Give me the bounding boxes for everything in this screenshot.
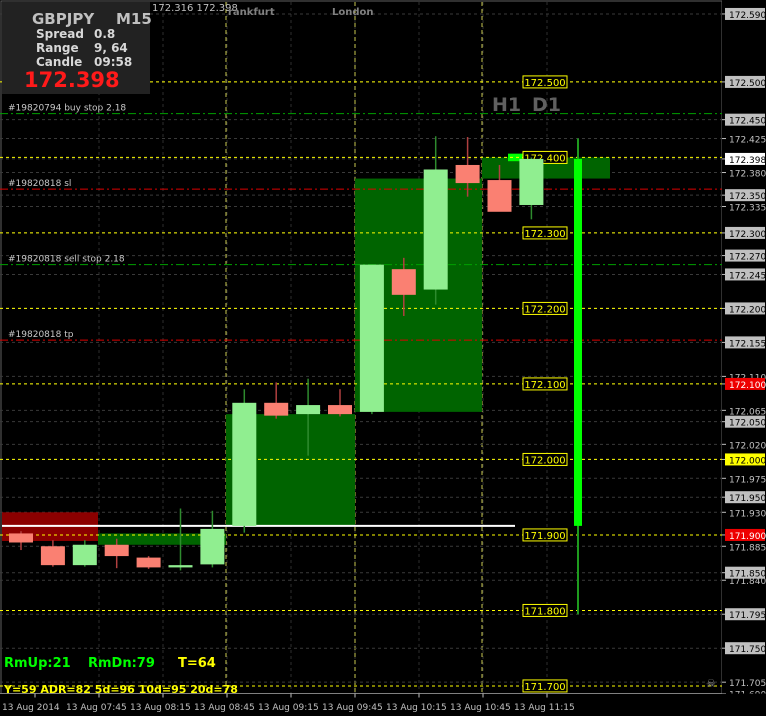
x-tick-label: 13 Aug 10:15 — [386, 703, 447, 713]
x-tick-label: 13 Aug 09:45 — [322, 703, 383, 713]
candle-body — [423, 169, 448, 290]
level-label: 172.200 — [524, 304, 565, 315]
candle-body — [296, 405, 321, 415]
y-tick-label: 172.350 — [729, 192, 766, 202]
y-tick-label: 172.200 — [729, 305, 766, 315]
t-stat: T=64 — [178, 656, 216, 671]
y-tick-label: 172.100 — [729, 381, 766, 391]
x-tick-label: 13 Aug 07:45 — [66, 703, 127, 713]
current-price: 172.398 — [24, 68, 120, 92]
spread-row: Spread 0.8 — [36, 27, 115, 41]
candle-body — [72, 544, 97, 566]
y-tick-label: 172.155 — [729, 339, 766, 349]
spread-value: 0.8 — [94, 27, 116, 41]
x-tick-label: 13 Aug 2014 — [2, 703, 60, 713]
x-tick-label: 13 Aug 08:45 — [194, 703, 255, 713]
timeframe: M15 — [116, 10, 152, 28]
order-label: #19820794 buy stop 2.18 — [8, 104, 126, 114]
y-tick-label: 171.950 — [729, 494, 766, 504]
order-label: #19820818 sell stop 2.18 — [8, 255, 125, 265]
y-tick-label: 172.380 — [729, 170, 766, 180]
candle-body — [104, 544, 129, 557]
close-icon[interactable]: ☠ — [706, 677, 716, 690]
y-tick-label: 172.500 — [729, 79, 766, 89]
candle-body — [487, 180, 512, 212]
y-tick-label: 172.000 — [729, 456, 766, 466]
y-tick-label: 172.270 — [729, 253, 766, 263]
range-row: Range 9, 64 — [36, 41, 128, 55]
level-label: 172.300 — [524, 229, 565, 240]
level-label: 172.100 — [524, 380, 565, 391]
x-tick-label: 13 Aug 11:15 — [514, 703, 575, 713]
candle-row: Candle 09:58 — [36, 55, 132, 69]
daily-body — [574, 158, 582, 526]
session-london: London — [332, 7, 374, 18]
rm-down-stat: RmDn:79 — [88, 656, 155, 671]
y-tick-label: 172.335 — [729, 203, 766, 213]
level-label: 171.800 — [524, 606, 565, 617]
candle-body — [136, 557, 161, 568]
y-tick-label: 172.450 — [729, 117, 766, 127]
session-frankfurt: rankfurt — [228, 7, 275, 18]
y-tick-label: 172.020 — [729, 441, 766, 451]
spread-label: Spread — [36, 27, 84, 41]
tf-label-d1: D1 — [532, 94, 561, 116]
y-tick-label: 171.795 — [729, 611, 766, 621]
y-tick-label: 172.590 — [729, 11, 766, 21]
level-label: 171.900 — [524, 531, 565, 542]
level-label: 172.000 — [524, 455, 565, 466]
x-tick-label: 13 Aug 09:15 — [258, 703, 319, 713]
candle-body — [328, 405, 352, 415]
y-tick-label: 172.425 — [729, 136, 766, 146]
y-tick-label: 171.975 — [729, 475, 766, 485]
candle-label: Candle — [36, 55, 83, 69]
price-chart[interactable]: 172.500172.400172.300172.200172.100172.0… — [0, 0, 766, 716]
tf-label-h1: H1 — [492, 94, 522, 116]
candle-body — [455, 164, 480, 184]
y-tick-label: 171.840 — [729, 577, 766, 587]
y-tick-label: 171.930 — [729, 509, 766, 519]
y-tick-label: 171.705 — [729, 679, 766, 689]
y-tick-label: 172.245 — [729, 271, 766, 281]
candle-body — [40, 546, 65, 566]
level-label: 172.500 — [524, 78, 565, 89]
y-tick-label: 171.900 — [729, 532, 766, 542]
level-label: 171.700 — [524, 682, 565, 693]
price-axis: 172.590 172.500 172.450 172.425 172.398 172.3… — [722, 0, 766, 716]
candle-body — [9, 533, 33, 543]
adr-stats: Y=59 ADR=82 5d=96 10d=95 20d=78 — [4, 683, 238, 696]
order-label: #19820818 tp — [8, 330, 74, 340]
bid-ask-header: 172.316 172.398 — [152, 3, 238, 14]
time-axis: 13 Aug 2014 13 Aug 07:45 13 Aug 08:15 13 Au… — [0, 693, 766, 716]
candle-body — [200, 528, 225, 565]
y-tick-label: 171.750 — [729, 645, 766, 655]
symbol-info-panel: GBPJPY M15 Spread 0.8 Range 9, 64 Candle… — [2, 2, 152, 94]
candle-body — [359, 264, 384, 412]
candle-body — [264, 402, 289, 416]
rm-up-stat: RmUp:21 — [4, 656, 71, 671]
range-label: Range — [36, 41, 79, 55]
y-tick-label: 172.050 — [729, 419, 766, 429]
candle-body — [519, 158, 544, 205]
candle-body — [391, 269, 416, 295]
candle-body — [168, 565, 193, 568]
candle-value: 09:58 — [94, 55, 133, 69]
range-value: 9, 64 — [94, 41, 128, 55]
y-tick-label: 172.300 — [729, 230, 766, 240]
order-label: #19820818 sl — [8, 179, 71, 189]
symbol-name: GBPJPY — [32, 10, 95, 28]
y-tick-label: 172.398 — [729, 156, 766, 166]
x-tick-label: 13 Aug 08:15 — [130, 703, 191, 713]
candle-body — [232, 402, 257, 526]
x-tick-label: 13 Aug 10:45 — [450, 703, 511, 713]
y-tick-label: 171.885 — [729, 543, 766, 553]
